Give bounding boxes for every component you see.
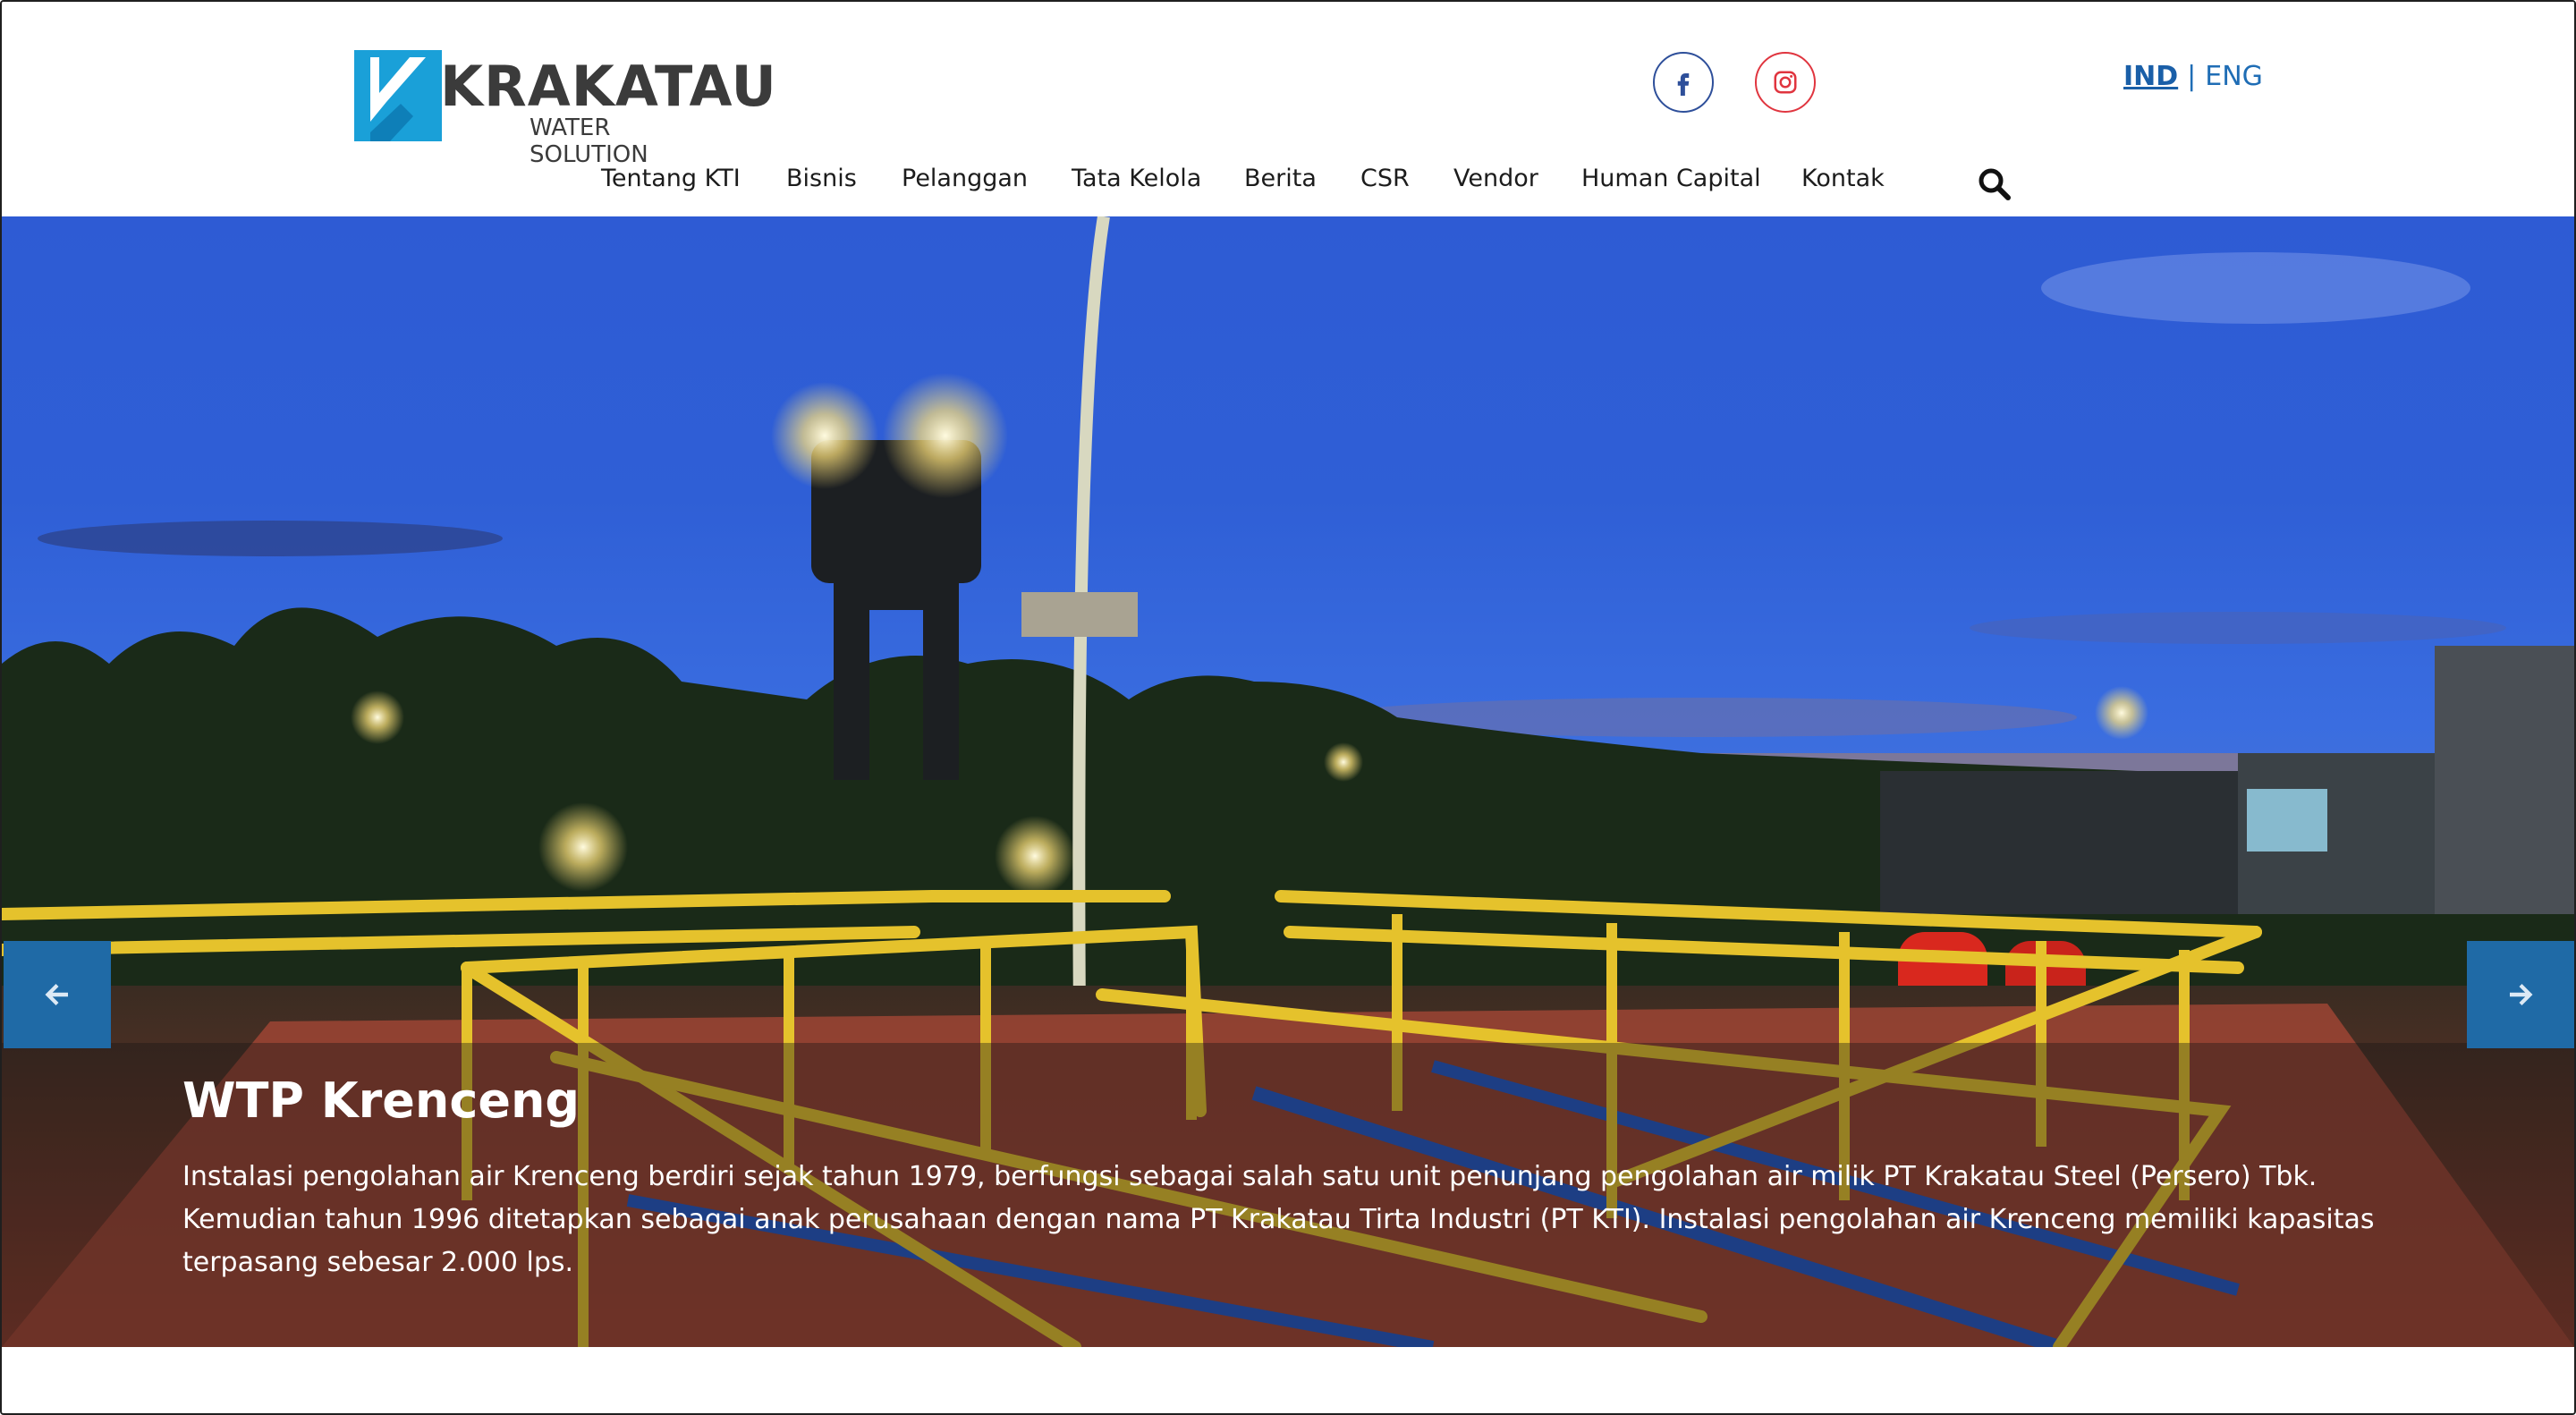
logo-tagline: WATER SOLUTION xyxy=(530,114,648,168)
arrow-right-icon xyxy=(2510,984,2533,1005)
facebook-link[interactable] xyxy=(1653,52,1714,113)
arrow-left-icon xyxy=(45,984,68,1005)
nav-item-kontak[interactable]: Kontak xyxy=(1801,161,1885,197)
logo-mark-icon xyxy=(354,50,442,141)
lang-eng-link[interactable]: ENG xyxy=(2205,59,2263,95)
language-switcher: IND | ENG xyxy=(2123,59,2263,95)
slider-next-button[interactable] xyxy=(2467,941,2574,1048)
nav-item-human-capital[interactable]: Human Capital xyxy=(1581,161,1761,197)
hero-slider: WTP Krenceng Instalasi pengolahan air Kr… xyxy=(2,216,2574,1347)
instagram-icon xyxy=(1774,71,1797,94)
nav-item-csr[interactable]: CSR xyxy=(1360,161,1410,197)
lang-separator: | xyxy=(2187,61,2197,92)
slide-title: WTP Krenceng xyxy=(182,1072,580,1129)
slide-description: Instalasi pengolahan air Krenceng berdir… xyxy=(182,1161,2375,1278)
site-header: KRAKATAU WATER SOLUTION IND | ENG Tentan… xyxy=(2,2,2574,216)
nav-item-berita[interactable]: Berita xyxy=(1244,161,1317,197)
lang-ind-link[interactable]: IND xyxy=(2123,59,2178,95)
nav-item-tentang-kti[interactable]: Tentang KTI xyxy=(601,161,741,197)
facebook-icon xyxy=(1677,73,1690,96)
page-content-start xyxy=(2,1347,2574,1413)
nav-item-tata-kelola[interactable]: Tata Kelola xyxy=(1072,161,1201,197)
nav-item-vendor[interactable]: Vendor xyxy=(1453,161,1538,197)
site-logo[interactable]: KRAKATAU WATER SOLUTION xyxy=(354,50,776,168)
slider-prev-button[interactable] xyxy=(4,941,111,1048)
nav-item-pelanggan[interactable]: Pelanggan xyxy=(902,161,1028,197)
search-icon[interactable] xyxy=(1977,166,2012,202)
logo-wordmark: KRAKATAU xyxy=(440,54,777,119)
nav-item-bisnis[interactable]: Bisnis xyxy=(786,161,857,197)
browser-viewport: KRAKATAU WATER SOLUTION IND | ENG Tentan… xyxy=(0,0,2576,1415)
instagram-link[interactable] xyxy=(1755,52,1816,113)
